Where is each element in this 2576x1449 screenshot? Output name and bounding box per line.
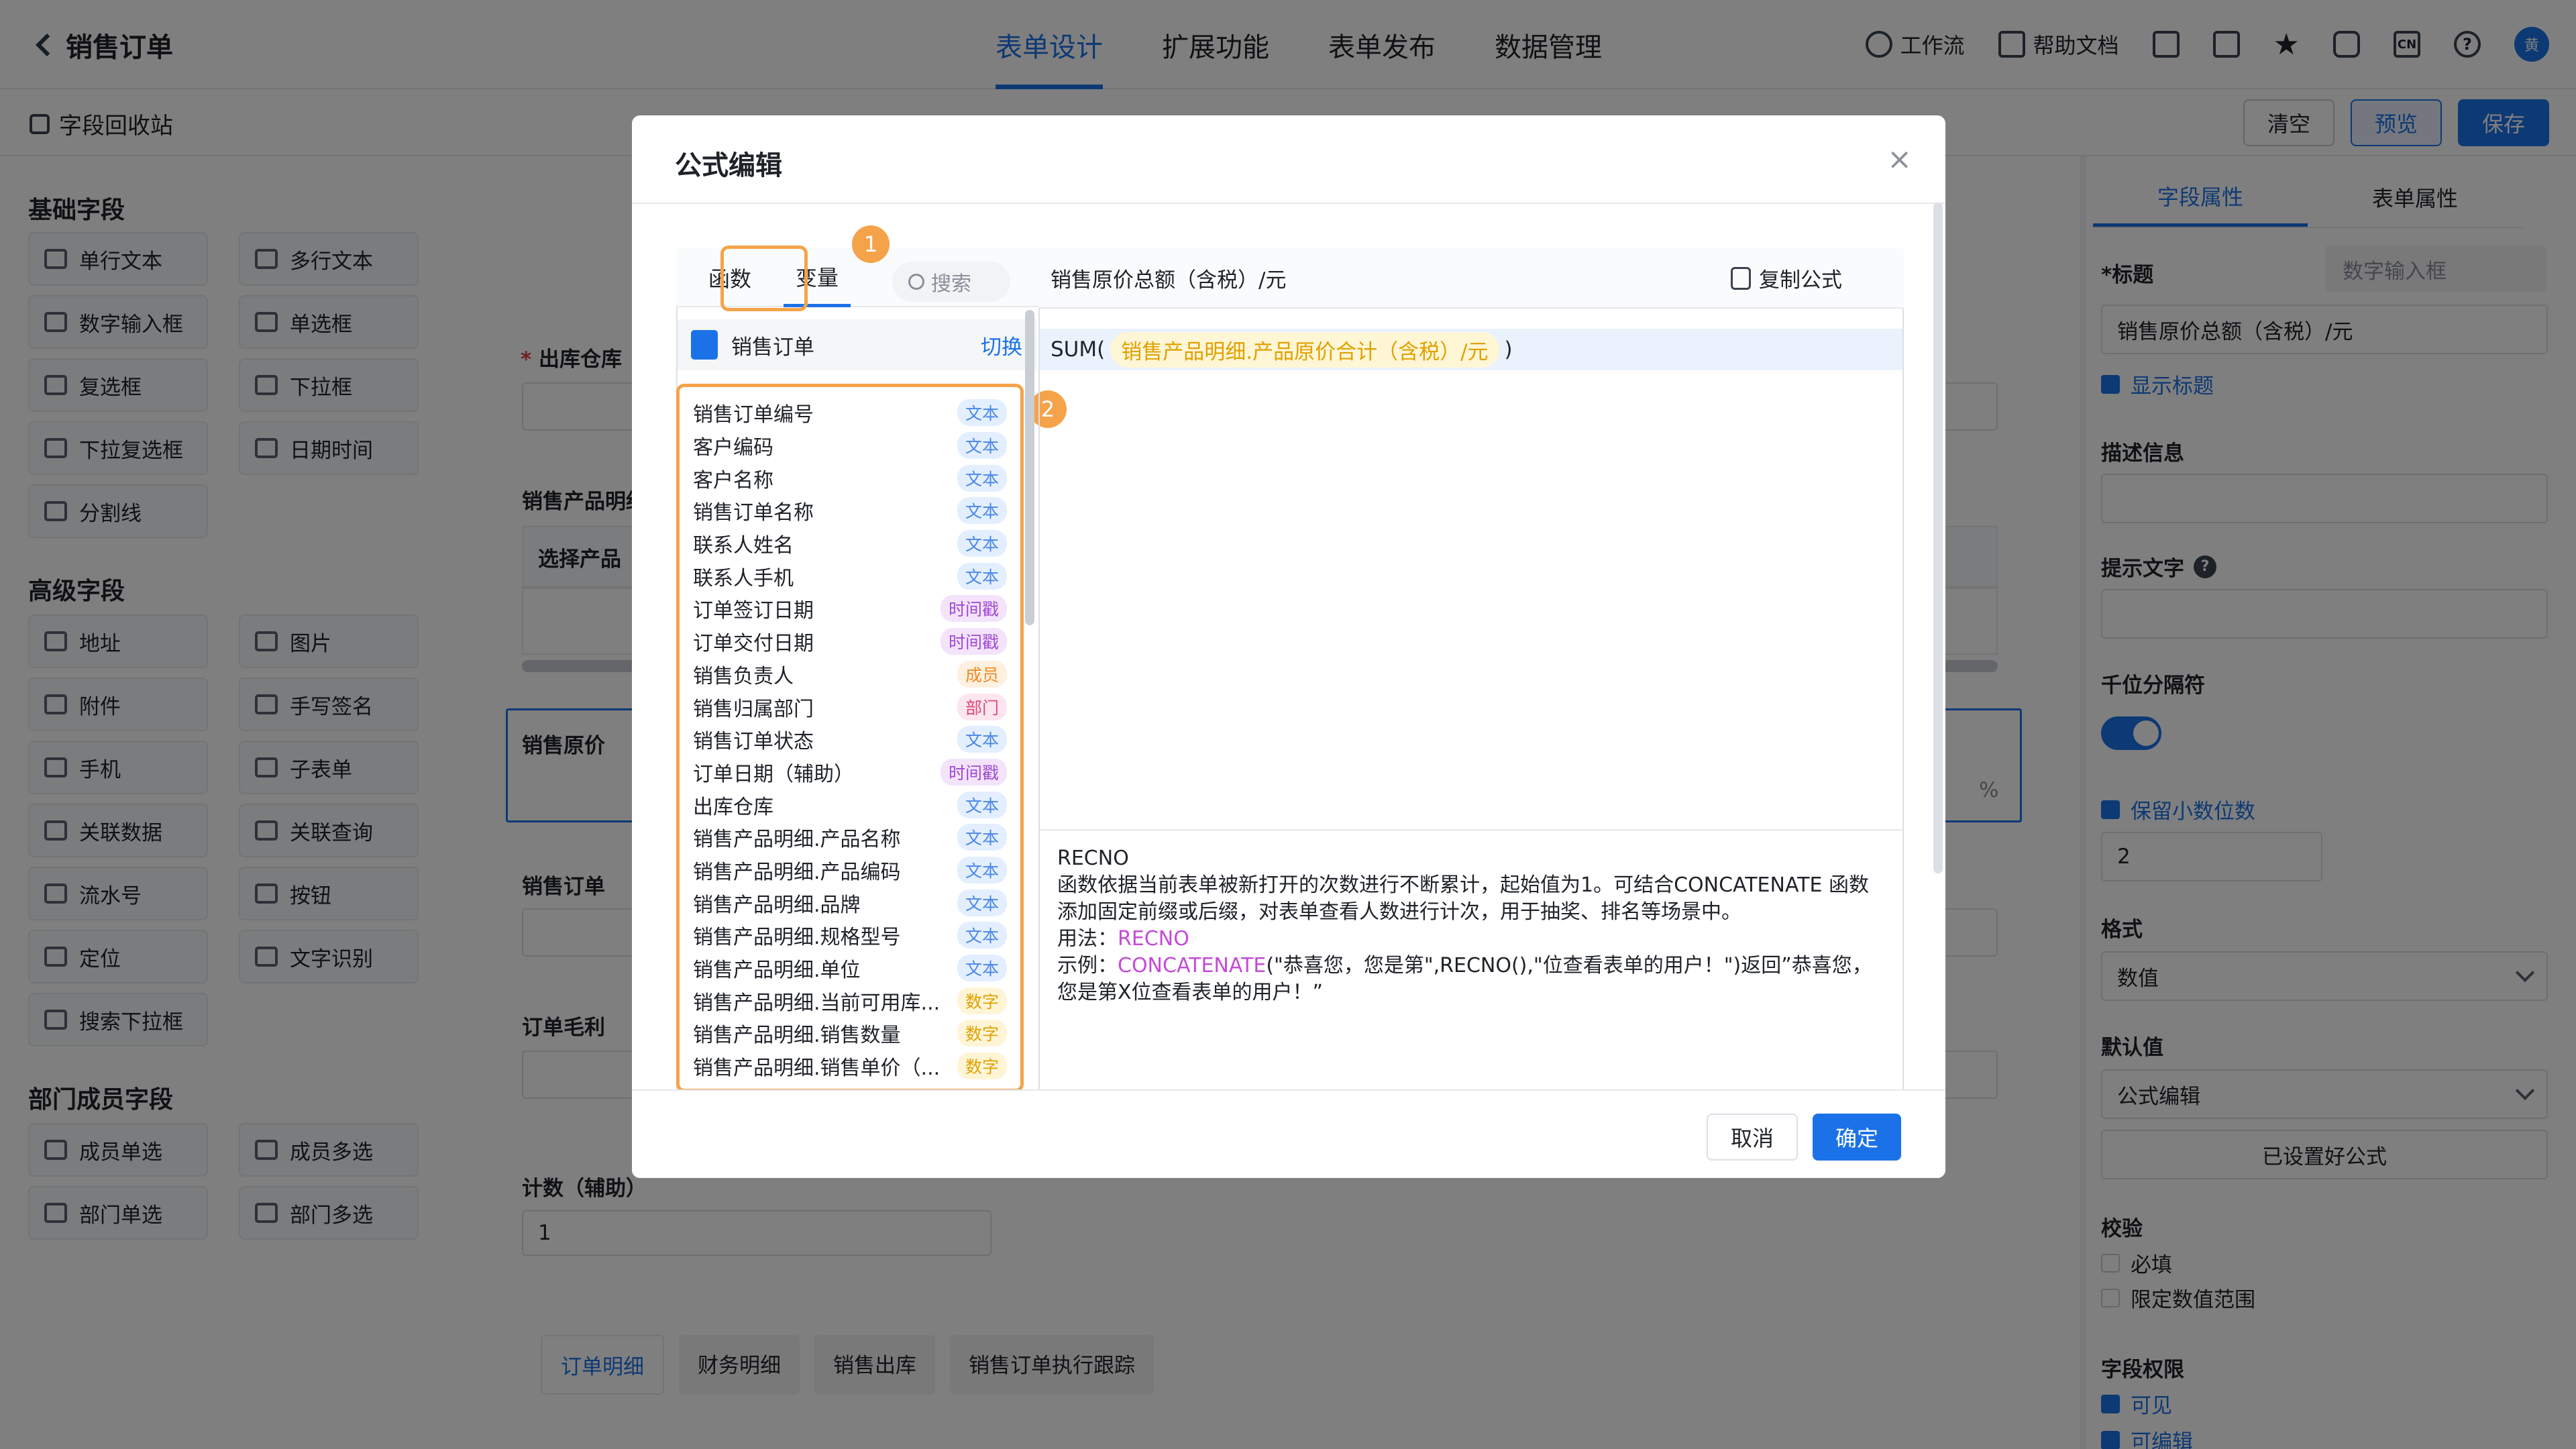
- variable-item[interactable]: 销售订单状态 文本: [693, 723, 1007, 756]
- variable-type-tag: 文本: [957, 464, 1007, 492]
- copy-formula-button[interactable]: 复制公式: [1731, 263, 1842, 293]
- variable-type-tag: 文本: [957, 562, 1007, 590]
- variable-type-tag: 时间戳: [940, 758, 1007, 786]
- variable-name: 出库仓库: [693, 795, 773, 819]
- variable-item[interactable]: 客户名称 文本: [693, 462, 1007, 494]
- help-description: 函数依据当前表单被新打开的次数进行不断累计，起始值为1。可结合CONCATENA…: [1057, 873, 1869, 924]
- variable-name: 客户编码: [693, 436, 773, 460]
- form-icon: [691, 330, 718, 360]
- variable-item[interactable]: 销售产品明细.规格型号 文本: [693, 919, 1007, 952]
- variable-item[interactable]: 销售订单编号 文本: [693, 396, 1007, 429]
- variable-name: 销售产品明细.单位: [693, 959, 861, 983]
- search-placeholder: 搜索: [931, 272, 971, 296]
- step-badge-1: 1: [852, 225, 890, 263]
- variable-name: 销售产品明细.当前可用库...: [693, 991, 941, 1015]
- formula-suffix: ): [1504, 337, 1513, 362]
- variable-name: 销售产品明细.销售单价（...: [693, 1057, 941, 1081]
- variable-item[interactable]: 订单日期（辅助） 时间戳: [693, 756, 1007, 789]
- variable-item[interactable]: 销售产品明细.当前可用库... 数字: [693, 984, 1007, 1017]
- variable-item[interactable]: 销售归属部门 部门: [693, 690, 1007, 723]
- modal-scrollbar[interactable]: [1933, 203, 1943, 873]
- variable-name: 订单签订日期: [693, 599, 814, 623]
- variable-type-tag: 成员: [957, 660, 1007, 688]
- confirm-button[interactable]: 确定: [1813, 1114, 1902, 1161]
- variable-item[interactable]: 销售产品明细.产品名称 文本: [693, 821, 1007, 854]
- formula-editor[interactable]: SUM(销售产品明细.产品原价合计（含税）/元): [1040, 329, 1902, 370]
- switch-button[interactable]: 切换: [981, 330, 1022, 360]
- formula-variable-chip[interactable]: 销售产品明细.产品原价合计（含税）/元: [1110, 331, 1499, 368]
- variable-item[interactable]: 客户编码 文本: [693, 429, 1007, 462]
- variable-type-tag: 文本: [957, 856, 1007, 883]
- close-icon[interactable]: ×: [1887, 142, 1912, 176]
- variable-item[interactable]: 出库仓库 文本: [693, 788, 1007, 821]
- variable-name: 联系人姓名: [693, 534, 794, 558]
- variable-item[interactable]: 销售产品明细.销售单价（... 数字: [693, 1050, 1007, 1083]
- variable-item[interactable]: 联系人手机 文本: [693, 559, 1007, 592]
- variable-list: 销售订单编号 文本 客户编码 文本 客户名称 文本 销售订单名称 文本 联系人姓名 文本 联系人手机…: [676, 384, 1024, 1092]
- variable-item[interactable]: 订单签订日期 时间戳: [693, 592, 1007, 625]
- variable-name: 销售产品明细.产品编码: [693, 860, 901, 884]
- help-usage: 用法：RECNO: [1057, 927, 1189, 951]
- variable-type-tag: 文本: [957, 530, 1007, 557]
- variable-type-tag: 文本: [957, 497, 1007, 525]
- cancel-button[interactable]: 取消: [1707, 1114, 1799, 1161]
- variable-type-tag: 文本: [957, 791, 1007, 818]
- source-form-name: 销售订单: [731, 335, 814, 360]
- help-title: RECNO: [1057, 847, 1129, 870]
- target-field-name: 销售原价总额（含税）/元: [1051, 268, 1287, 292]
- variable-item[interactable]: 销售负责人 成员: [693, 658, 1007, 691]
- variable-type-tag: 数字: [957, 1053, 1007, 1080]
- variable-item[interactable]: 销售产品明细.品牌 文本: [693, 886, 1007, 919]
- variable-item[interactable]: 联系人姓名 文本: [693, 527, 1007, 560]
- variable-type-tag: 时间戳: [940, 628, 1007, 655]
- variable-type-tag: 文本: [957, 955, 1007, 982]
- variable-type-tag: 时间戳: [940, 595, 1007, 623]
- variable-name: 销售产品明细.品牌: [693, 893, 861, 917]
- variable-item[interactable]: 订单交付日期 时间戳: [693, 625, 1007, 658]
- copy-icon: [1731, 266, 1751, 290]
- variable-type-tag: 文本: [957, 726, 1007, 753]
- variable-scrollbar[interactable]: [1025, 310, 1034, 625]
- variable-name: 销售订单名称: [693, 501, 814, 525]
- variable-name: 销售订单编号: [693, 403, 814, 427]
- variable-name: 销售产品明细.规格型号: [693, 926, 901, 950]
- modal-title: 公式编辑: [675, 150, 782, 181]
- function-help: RECNO 函数依据当前表单被新打开的次数进行不断累计，起始值为1。可结合CON…: [1040, 829, 1902, 1092]
- variable-type-tag: 数字: [957, 987, 1007, 1014]
- divider: [632, 203, 1945, 204]
- variable-item[interactable]: 销售产品明细.单位 文本: [693, 952, 1007, 985]
- search-input[interactable]: 搜索: [892, 262, 1010, 302]
- variable-type-tag: 文本: [957, 399, 1007, 427]
- variable-name: 销售订单状态: [693, 730, 814, 754]
- variable-name: 销售归属部门: [693, 697, 814, 721]
- variable-type-tag: 文本: [957, 824, 1007, 851]
- source-form-row: 销售订单 切换: [678, 319, 1037, 370]
- variable-type-tag: 文本: [957, 889, 1007, 916]
- variable-name: 销售产品明细.产品名称: [693, 828, 901, 852]
- formula-prefix: SUM(: [1051, 337, 1106, 362]
- variable-type-tag: 文本: [957, 432, 1007, 460]
- variable-name: 联系人手机: [693, 566, 794, 590]
- variable-type-tag: 文本: [957, 922, 1007, 949]
- variable-item[interactable]: 销售产品明细.产品编码 文本: [693, 854, 1007, 887]
- variable-type-tag: 数字: [957, 1020, 1007, 1047]
- help-example: 示例：CONCATENATE("恭喜您，您是第",RECNO(),"位查看表单的…: [1057, 954, 1872, 1004]
- variable-name: 订单日期（辅助）: [693, 762, 854, 786]
- formula-editor-modal: 公式编辑 × 函数 变量 1 搜索 销售订单 切换 销售订单编号 文本 客户编码 文本客…: [632, 115, 1945, 1178]
- variable-item[interactable]: 销售产品明细.销售数量 数字: [693, 1017, 1007, 1050]
- variable-name: 销售产品明细.销售数量: [693, 1024, 901, 1048]
- copy-label: 复制公式: [1759, 268, 1842, 292]
- variable-type-tag: 部门: [957, 693, 1007, 720]
- variable-item[interactable]: 销售订单名称 文本: [693, 494, 1007, 527]
- variable-name: 客户名称: [693, 468, 773, 492]
- highlight-variables-tab: [720, 246, 808, 311]
- variable-name: 订单交付日期: [693, 632, 814, 656]
- variable-name: 销售负责人: [693, 664, 794, 688]
- search-icon: [908, 274, 924, 290]
